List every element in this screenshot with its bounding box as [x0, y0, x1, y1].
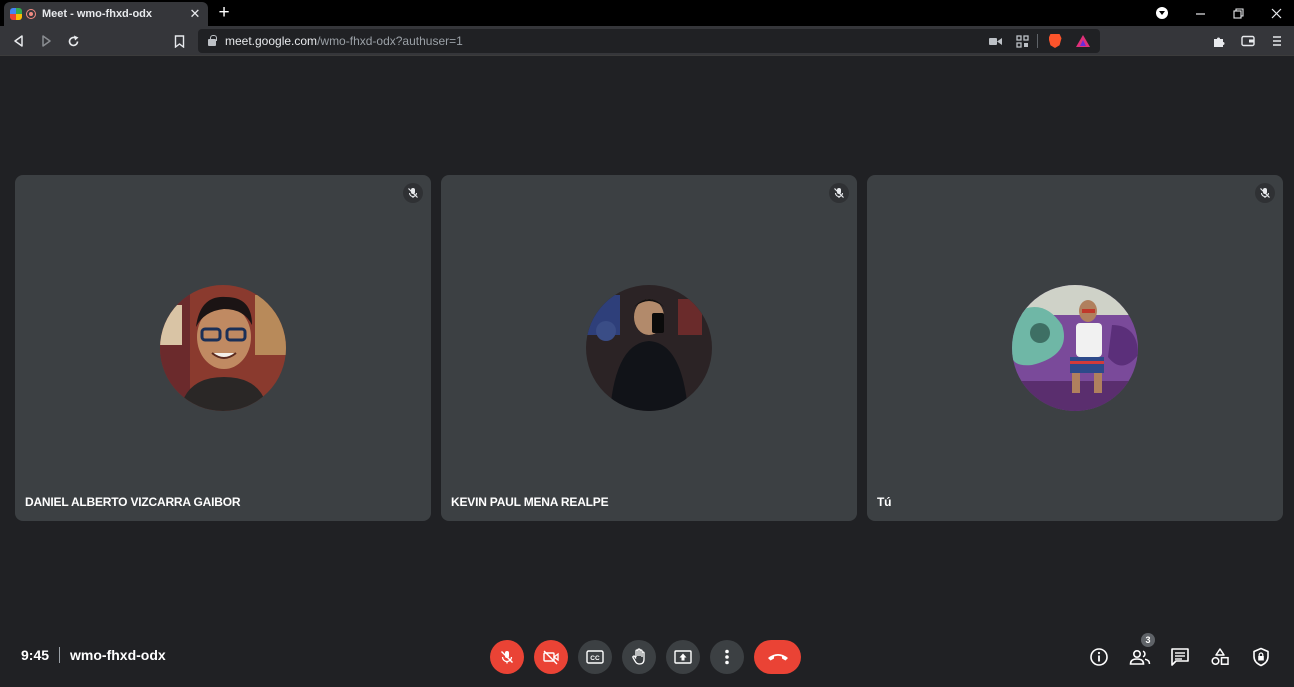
recording-indicator-icon	[26, 9, 36, 19]
participants-button[interactable]	[1128, 645, 1152, 669]
participant-count-badge: 3	[1141, 633, 1155, 647]
shield-lock-icon	[1253, 647, 1269, 667]
forward-arrow-icon	[42, 35, 51, 47]
mic-off-icon	[829, 183, 849, 203]
present-screen-icon	[674, 650, 692, 664]
present-screen-button[interactable]	[666, 640, 700, 674]
participant-tile[interactable]: DANIEL ALBERTO VIZCARRA GAIBOR	[15, 175, 431, 521]
avatar	[160, 285, 286, 411]
lock-icon	[208, 35, 217, 46]
brave-shields-icon[interactable]	[1047, 33, 1063, 49]
wallet-button[interactable]	[1238, 31, 1258, 51]
bookmark-button[interactable]	[169, 31, 189, 51]
closed-captions-icon: CC	[586, 650, 604, 664]
meeting-info-divider	[59, 647, 61, 663]
more-vert-icon	[725, 649, 729, 665]
browser-tab[interactable]: Meet - wmo-fhxd-odx ✕	[4, 2, 208, 26]
qr-code-icon[interactable]	[1014, 33, 1030, 49]
tab-close-icon[interactable]: ✕	[188, 6, 202, 22]
new-tab-button[interactable]: +	[214, 2, 234, 24]
participant-name: KEVIN PAUL MENA REALPE	[451, 495, 609, 509]
people-icon	[1129, 649, 1151, 665]
bookmark-icon	[174, 34, 184, 48]
restore-icon	[1232, 7, 1244, 19]
extensions-button[interactable]	[1209, 31, 1229, 51]
address-bar[interactable]: meet.google.com/wmo-fhxd-odx?authuser=1	[198, 29, 1100, 53]
profile-menu-button[interactable]	[1143, 0, 1181, 26]
browser-toolbar: meet.google.com/wmo-fhxd-odx?authuser=1	[0, 26, 1294, 56]
avatar	[1012, 285, 1138, 411]
avatar	[586, 285, 712, 411]
toggle-microphone-button[interactable]	[490, 640, 524, 674]
browser-menu-button[interactable]	[1267, 31, 1287, 51]
mic-off-icon	[501, 651, 513, 664]
participant-tile[interactable]: KEVIN PAUL MENA REALPE	[441, 175, 857, 521]
restore-button[interactable]	[1219, 0, 1257, 26]
chat-icon	[1171, 648, 1189, 666]
info-icon	[1090, 648, 1108, 666]
camera-in-use-icon[interactable]	[987, 33, 1003, 49]
chevron-down-icon	[1156, 7, 1168, 19]
wallet-icon	[1241, 35, 1255, 47]
omnibox-divider	[1037, 34, 1038, 48]
captions-button[interactable]: CC	[578, 640, 612, 674]
back-button[interactable]	[9, 31, 29, 51]
hang-up-icon	[767, 654, 788, 661]
hamburger-menu-icon	[1273, 36, 1281, 46]
meeting-details: 9:45 wmo-fhxd-odx	[21, 647, 166, 663]
browser-tabstrip: Meet - wmo-fhxd-odx ✕ +	[0, 0, 1294, 26]
minimize-button[interactable]	[1181, 0, 1219, 26]
participant-name: Tú	[877, 495, 892, 509]
host-controls-button[interactable]	[1249, 645, 1273, 669]
forward-button[interactable]	[36, 31, 56, 51]
meeting-code: wmo-fhxd-odx	[70, 647, 166, 663]
leave-call-button[interactable]	[754, 640, 801, 674]
meet-favicon-icon	[10, 8, 22, 20]
reload-icon	[68, 35, 78, 46]
meeting-details-button[interactable]	[1087, 645, 1111, 669]
mic-off-icon	[1255, 183, 1275, 203]
reload-button[interactable]	[63, 31, 83, 51]
activities-shapes-icon	[1211, 648, 1229, 666]
meeting-time: 9:45	[21, 647, 50, 663]
minimize-icon	[1195, 12, 1205, 15]
close-window-button[interactable]	[1257, 0, 1294, 26]
more-options-button[interactable]	[710, 640, 744, 674]
camera-off-icon	[543, 650, 559, 665]
chat-button[interactable]	[1168, 645, 1192, 669]
raise-hand-button[interactable]	[622, 640, 656, 674]
url-host: meet.google.com	[225, 34, 318, 48]
close-icon	[1271, 8, 1281, 18]
raise-hand-icon	[632, 648, 645, 665]
puzzle-icon	[1213, 37, 1224, 47]
toggle-camera-button[interactable]	[534, 640, 568, 674]
url-path: /wmo-fhxd-odx?authuser=1	[317, 34, 463, 48]
mic-off-icon	[403, 183, 423, 203]
brave-rewards-icon[interactable]	[1075, 33, 1091, 49]
back-arrow-icon	[14, 35, 23, 47]
activities-button[interactable]	[1208, 645, 1232, 669]
tab-title: Meet - wmo-fhxd-odx	[42, 8, 152, 20]
participant-tile[interactable]: Tú	[867, 175, 1283, 521]
participant-name: DANIEL ALBERTO VIZCARRA GAIBOR	[25, 495, 241, 509]
svg-text:CC: CC	[590, 655, 600, 662]
